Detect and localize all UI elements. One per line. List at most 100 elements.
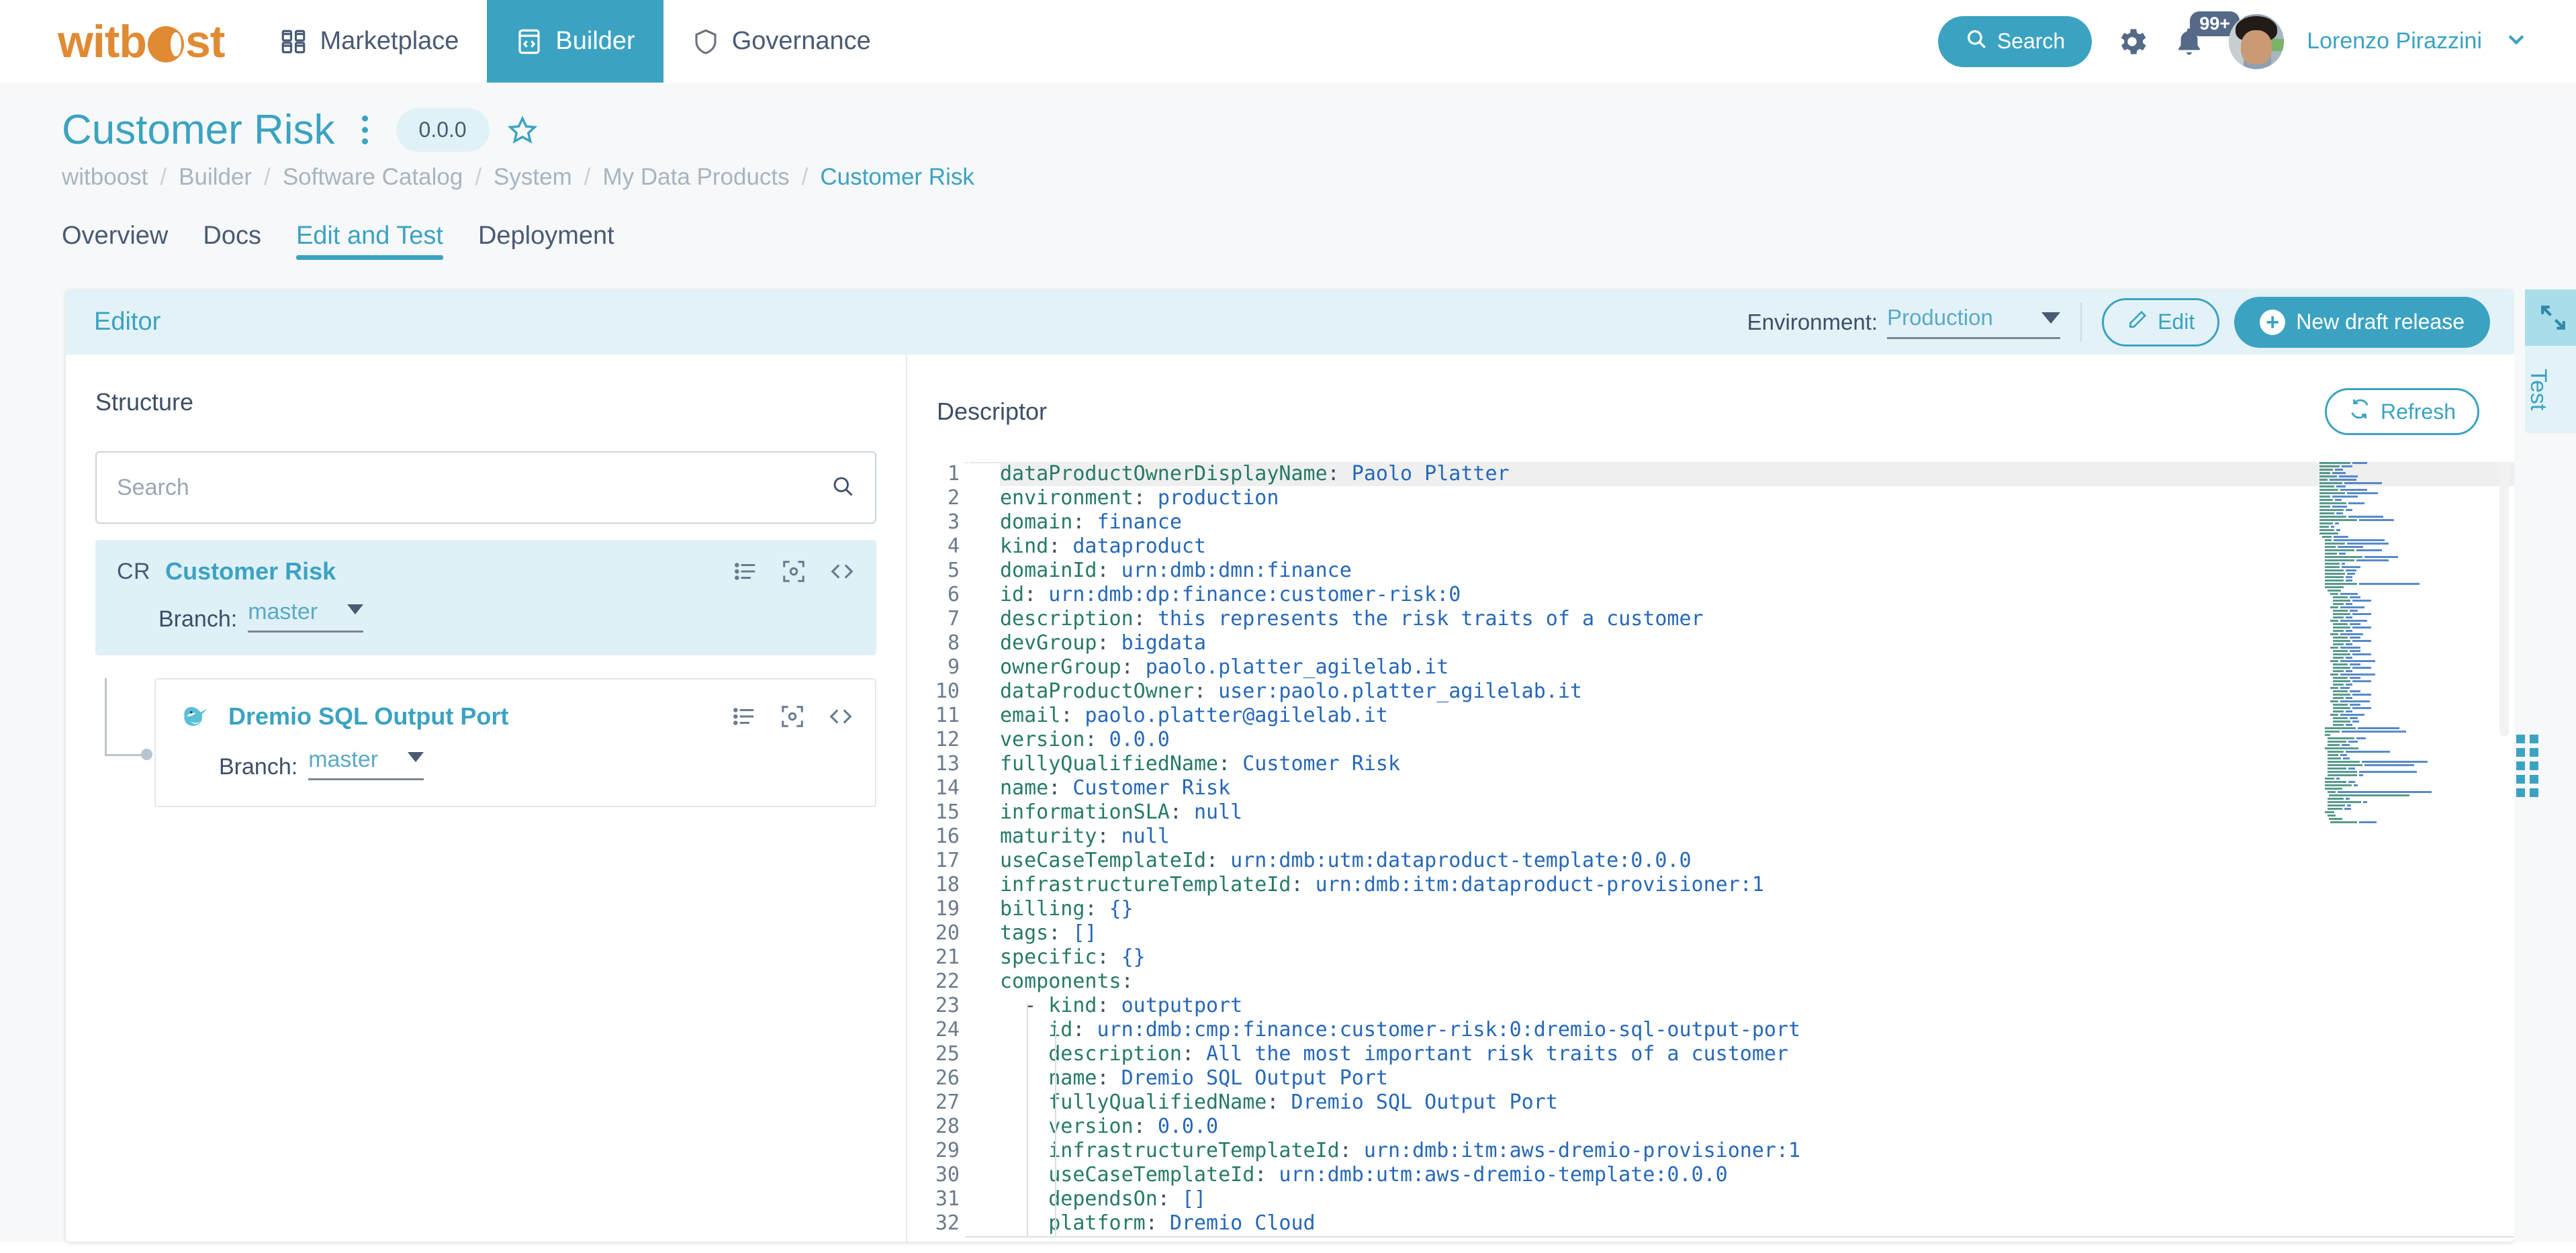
code-line[interactable]: tags: []	[1000, 921, 2514, 945]
search-icon[interactable]	[831, 474, 855, 502]
tab-docs[interactable]: Docs	[203, 222, 261, 260]
node-name[interactable]: Dremio SQL Output Port	[228, 702, 508, 731]
code-line[interactable]: infrastructureTemplateId: urn:dmb:itm:da…	[1000, 873, 2514, 897]
list-icon[interactable]	[731, 704, 757, 729]
code-brackets-icon[interactable]	[829, 559, 855, 584]
environment-select[interactable]: Production	[1887, 305, 2061, 339]
editor-card: Editor Environment: Production Edit + Ne…	[66, 289, 2576, 1242]
code-line[interactable]: name: Customer Risk	[1000, 776, 2514, 800]
logo-text: witb st	[58, 15, 225, 67]
code-line[interactable]: dependsOn: []	[1000, 1187, 2514, 1211]
tree-node-dremio-sql-output-port[interactable]: Dremio SQL Output Port Branch: master	[154, 678, 876, 807]
code-brackets-icon[interactable]	[828, 704, 854, 729]
code-line[interactable]: useCaseTemplateId: urn:dmb:utm:dataprodu…	[1000, 849, 2514, 873]
breadcrumb-item-system[interactable]: System	[494, 164, 572, 191]
favorite-star-icon[interactable]	[507, 115, 538, 146]
focus-target-icon[interactable]	[781, 559, 807, 584]
refresh-button[interactable]: Refresh	[2324, 388, 2479, 435]
chevron-down-icon[interactable]	[2505, 28, 2528, 56]
tree-connector-line	[105, 678, 152, 760]
line-number: 28	[935, 1115, 960, 1138]
witboost-logo[interactable]: witb st	[0, 0, 251, 83]
nav-item-builder[interactable]: Builder	[487, 0, 663, 83]
code-line[interactable]: dataProductOwner: user:paolo.platter_agi…	[1000, 680, 2514, 704]
nav-item-marketplace[interactable]: Marketplace	[251, 0, 487, 83]
code-line[interactable]: id: urn:dmb:cmp:finance:customer-risk:0:…	[1000, 1018, 2514, 1042]
pencil-icon	[2127, 309, 2148, 336]
breadcrumb-item-my-data-products[interactable]: My Data Products	[602, 164, 789, 191]
code-line[interactable]: environment: production	[1000, 486, 2514, 510]
code-line[interactable]: useCaseTemplateId: urn:dmb:utm:aws-dremi…	[1000, 1163, 2514, 1187]
code-line[interactable]: specific: {}	[1000, 945, 2514, 970]
descriptor-code-editor[interactable]: 1 2 3 4 5 6 7 8 9 10 11 12 13 14 15 16 17 18 19 20 21 22 23 24 2…	[907, 462, 2514, 1238]
tab-edit-and-test[interactable]: Edit and Test	[295, 222, 443, 260]
code-line[interactable]: description: this represents the risk tr…	[1000, 607, 2514, 631]
expand-diagonal-icon[interactable]	[2525, 289, 2576, 346]
code-line[interactable]: version: 0.0.0	[1000, 1115, 2514, 1139]
test-panel-label[interactable]: Test	[2525, 346, 2551, 433]
structure-search-input[interactable]	[117, 474, 831, 501]
avatar[interactable]	[2229, 13, 2285, 69]
nav-item-governance[interactable]: Governance	[663, 0, 899, 83]
branch-label: Branch:	[219, 754, 298, 780]
code-line[interactable]: name: Dremio SQL Output Port	[1000, 1066, 2514, 1090]
environment-value: Production	[1887, 305, 1993, 330]
new-draft-release-button[interactable]: + New draft release	[2234, 296, 2490, 348]
username-label[interactable]: Lorenzo Pirazzini	[2307, 28, 2482, 54]
notifications-bell[interactable]: 99+	[2172, 11, 2240, 58]
code-line[interactable]: email: paolo.platter@agilelab.it	[1000, 704, 2514, 728]
code-line[interactable]: informationSLA: null	[1000, 800, 2514, 825]
tab-deployment[interactable]: Deployment	[478, 222, 614, 260]
vertical-scrollbar[interactable]	[2499, 462, 2509, 736]
code-line[interactable]: version: 0.0.0	[1000, 728, 2514, 752]
code-line[interactable]: components:	[1000, 970, 2514, 994]
structure-tree: CR Customer Risk Branch: master Dremio S…	[95, 540, 876, 807]
code-line[interactable]: description: All the most important risk…	[1000, 1042, 2514, 1066]
plus-icon: +	[2260, 309, 2286, 335]
settings-gear-icon[interactable]	[2115, 24, 2150, 59]
structure-search-box[interactable]	[95, 451, 876, 524]
tree-node-customer-risk[interactable]: CR Customer Risk Branch: master	[95, 540, 876, 655]
line-number: 27	[935, 1090, 960, 1114]
breadcrumb-item-customer-risk[interactable]: Customer Risk	[820, 164, 974, 191]
search-button[interactable]: Search	[1937, 15, 2092, 67]
tab-overview[interactable]: Overview	[62, 222, 168, 260]
edit-button[interactable]: Edit	[2102, 297, 2220, 346]
code-line[interactable]: domainId: urn:dmb:dmn:finance	[1000, 559, 2514, 583]
version-badge[interactable]: 0.0.0	[396, 108, 490, 152]
branch-select[interactable]: master	[248, 599, 364, 633]
tree-node-header: CR Customer Risk	[117, 557, 855, 586]
code-line[interactable]: fullyQualifiedName: Customer Risk	[1000, 752, 2514, 776]
code-line[interactable]: domain: finance	[1000, 510, 2514, 535]
breadcrumb-item-software-catalog[interactable]: Software Catalog	[283, 164, 463, 191]
new-draft-release-label: New draft release	[2296, 310, 2465, 334]
code-line[interactable]: maturity: null	[1000, 825, 2514, 849]
code-line[interactable]: infrastructureTemplateId: urn:dmb:itm:aw…	[1000, 1139, 2514, 1163]
code-minimap[interactable]	[2319, 462, 2454, 823]
refresh-button-label: Refresh	[2380, 399, 2456, 424]
code-line[interactable]: kind: dataproduct	[1000, 535, 2514, 559]
code-line[interactable]: fullyQualifiedName: Dremio SQL Output Po…	[1000, 1090, 2514, 1115]
code-line[interactable]: devGroup: bigdata	[1000, 631, 2514, 655]
node-name[interactable]: Customer Risk	[165, 557, 336, 586]
nav-item-label: Marketplace	[320, 27, 459, 55]
breadcrumb-item-witboost[interactable]: witboost	[62, 164, 148, 191]
code-line[interactable]: - kind: outputport	[1000, 994, 2514, 1018]
nav-item-label: Builder	[555, 27, 635, 55]
drag-dots-icon	[2516, 734, 2538, 797]
page-title: Customer Risk	[62, 106, 335, 153]
code-line[interactable]: id: urn:dmb:dp:finance:customer-risk:0	[1000, 583, 2514, 607]
code-line[interactable]: platform: Dremio Cloud	[1000, 1211, 2514, 1236]
structure-panel: Structure CR Customer Risk	[66, 355, 907, 1242]
breadcrumb-item-builder[interactable]: Builder	[179, 164, 252, 191]
code-line[interactable]: ownerGroup: paolo.platter_agilelab.it	[1000, 655, 2514, 680]
edit-button-label: Edit	[2158, 310, 2195, 334]
line-number: 31	[935, 1187, 960, 1211]
list-icon[interactable]	[733, 559, 758, 584]
branch-select[interactable]: master	[308, 747, 424, 780]
code-lines[interactable]: dataProductOwnerDisplayName: Paolo Platt…	[968, 462, 2514, 1238]
more-options-kebab-icon[interactable]	[354, 111, 376, 148]
focus-target-icon[interactable]	[780, 704, 805, 729]
code-line[interactable]: billing: {}	[1000, 897, 2514, 921]
code-line[interactable]: dataProductOwnerDisplayName: Paolo Platt…	[1000, 462, 2514, 486]
